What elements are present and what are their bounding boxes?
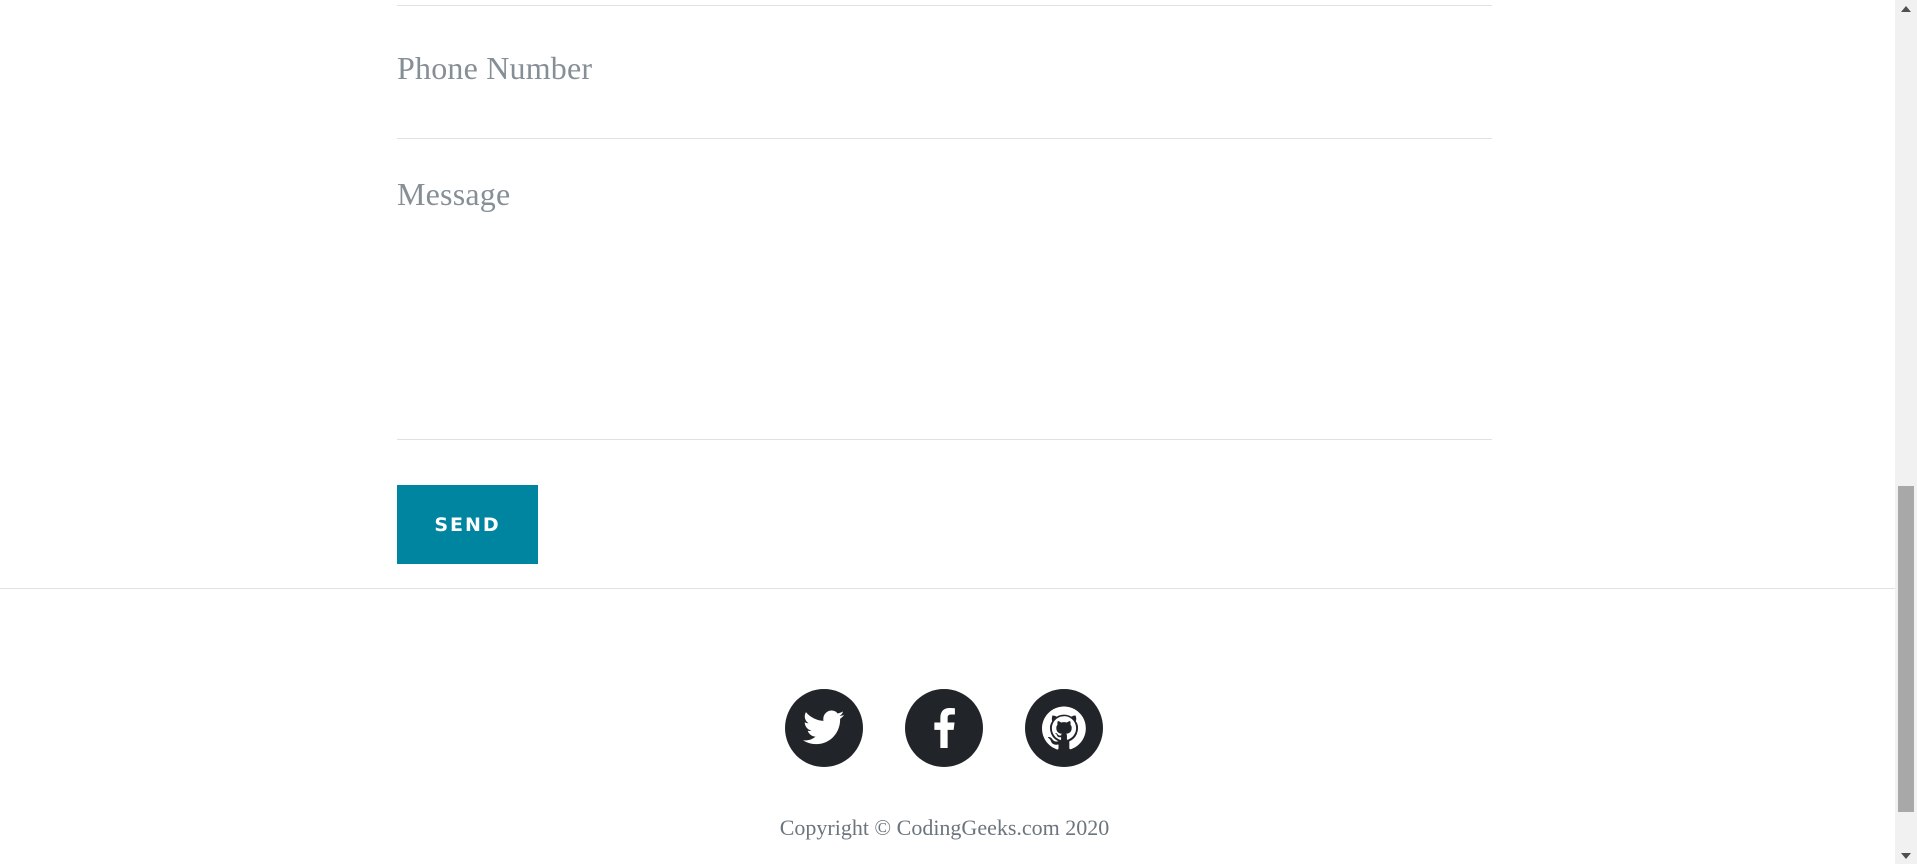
phone-field[interactable]: Phone Number — [397, 6, 1492, 138]
github-link[interactable] — [1025, 689, 1103, 767]
facebook-icon — [931, 708, 957, 748]
message-field-placeholder: Message — [397, 176, 511, 212]
scroll-down-icon[interactable] — [1895, 847, 1917, 864]
phone-field-placeholder: Phone Number — [397, 50, 593, 86]
twitter-link[interactable] — [785, 689, 863, 767]
facebook-link[interactable] — [905, 689, 983, 767]
page-content: Phone Number Message SEND Copyright © Co… — [0, 0, 1895, 864]
github-icon — [1042, 706, 1086, 750]
scrollbar-thumb[interactable] — [1898, 486, 1914, 812]
twitter-icon — [803, 710, 845, 746]
message-field[interactable]: Message — [397, 139, 1492, 439]
vertical-scrollbar[interactable] — [1895, 0, 1917, 864]
message-field-underline — [397, 439, 1492, 440]
copyright-text: Copyright © CodingGeeks.com 2020 — [779, 815, 1110, 840]
page: Phone Number Message SEND Copyright © Co… — [0, 0, 1917, 864]
footer-divider — [0, 588, 1895, 589]
scroll-up-icon[interactable] — [1895, 0, 1917, 17]
send-button[interactable]: SEND — [397, 485, 538, 564]
